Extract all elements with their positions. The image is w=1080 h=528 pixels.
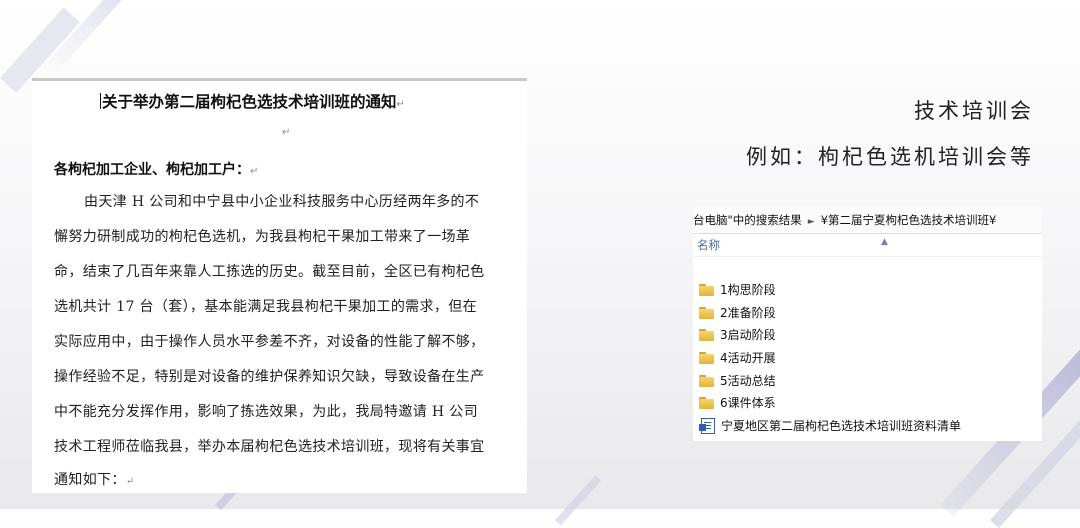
- body-line: 实际应用中，由于操作人员水平参差不齐，对设备的性能了解不够，: [54, 334, 485, 350]
- paragraph-mark: ↵: [125, 476, 135, 487]
- file-list: 1构思阶段 2准备阶段 3启动阶段 4活动开展 5活动总结 6课件体系 宁夏地区…: [699, 279, 961, 437]
- paragraph-mark: ↵: [250, 166, 259, 177]
- folder-name: 3启动阶段: [720, 328, 776, 343]
- folder-item[interactable]: 6课件体系: [699, 392, 961, 415]
- document-title: 关于举办第二届枸杞色选技术培训班的通知↵: [100, 90, 500, 112]
- folder-icon: [699, 284, 714, 297]
- folder-icon: [699, 306, 714, 319]
- body-line: 操作经验不足，特别是对设备的维护保养知识欠缺，导致设备在生产: [54, 369, 485, 385]
- document-greeting: 各枸杞加工企业、枸杞加工户：↵: [54, 159, 258, 179]
- text-cursor: [100, 93, 101, 109]
- body-line: 中不能充分发挥作用，影响了拣选效果，为此，我局特邀请 H 公司: [54, 404, 478, 420]
- folder-icon: [699, 329, 714, 342]
- paragraph-mark: ↵: [282, 127, 291, 138]
- body-line: 选机共计 17 台（套），基本能满足我县枸杞干果加工的需求，但在: [54, 299, 477, 315]
- folder-name: 2准备阶段: [720, 305, 776, 320]
- heading-example: 例如：枸杞色选机培训会等: [746, 145, 1034, 169]
- body-line: 懈努力研制成功的枸杞色选机，为我县枸杞干果加工带来了一场革: [54, 229, 471, 245]
- body-line: 命，结束了几百年来靠人工拣选的历史。截至目前，全区已有枸杞色: [54, 264, 485, 280]
- greeting-text: 各枸杞加工企业、枸杞加工户：: [54, 162, 250, 178]
- folder-item[interactable]: 2准备阶段: [699, 302, 961, 325]
- decorative-stripe: [555, 475, 602, 526]
- file-explorer: 台电脑"中的搜索结果 ► ¥第二届宁夏枸杞色选技术培训班¥ ▲ 名称 1构思阶段 2…: [693, 207, 1042, 441]
- document-title-text: 关于举办第二届枸杞色选技术培训班的通知: [102, 93, 397, 111]
- chevron-right-icon[interactable]: ►: [808, 217, 815, 227]
- document-name: 宁夏地区第二届枸杞色选技术培训班资料清单: [721, 418, 962, 433]
- heading-training: 技术培训会: [914, 99, 1034, 123]
- word-document-icon: [699, 417, 715, 434]
- column-header-name[interactable]: ▲ 名称: [693, 234, 1042, 257]
- folder-item[interactable]: 3启动阶段: [699, 324, 961, 347]
- document-page: 关于举办第二届枸杞色选技术培训班的通知↵ ↵ 各枸杞加工企业、枸杞加工户：↵ 由…: [32, 78, 527, 493]
- body-line-last-text: 通知如下：: [54, 472, 126, 488]
- breadcrumb: 台电脑"中的搜索结果 ► ¥第二届宁夏枸杞色选技术培训班¥: [693, 207, 1042, 234]
- body-line-last: 通知如下：↵: [54, 469, 134, 489]
- breadcrumb-item[interactable]: 台电脑"中的搜索结果: [693, 213, 802, 227]
- folder-item[interactable]: 4活动开展: [699, 347, 961, 370]
- document-item[interactable]: 宁夏地区第二届枸杞色选技术培训班资料清单: [699, 415, 961, 438]
- folder-name: 5活动总结: [720, 373, 776, 388]
- folder-name: 6课件体系: [720, 396, 776, 411]
- folder-name: 4活动开展: [720, 351, 776, 366]
- breadcrumb-item[interactable]: ¥第二届宁夏枸杞色选技术培训班¥: [821, 213, 997, 227]
- body-line: 技术工程师莅临我县，举办本届枸杞色选技术培训班，现将有关事宜: [54, 439, 485, 455]
- folder-icon: [699, 397, 714, 410]
- sort-ascending-icon: ▲: [881, 237, 888, 247]
- folder-item[interactable]: 5活动总结: [699, 369, 961, 392]
- folder-item[interactable]: 1构思阶段: [699, 279, 961, 302]
- column-header-label: 名称: [697, 238, 720, 252]
- body-line: 由天津 H 公司和中宁县中小企业科技服务中心历经两年多的不: [84, 194, 480, 210]
- folder-icon: [699, 374, 714, 387]
- folder-icon: [699, 352, 714, 365]
- paragraph-mark: ↵: [396, 99, 405, 110]
- folder-name: 1构思阶段: [720, 283, 776, 298]
